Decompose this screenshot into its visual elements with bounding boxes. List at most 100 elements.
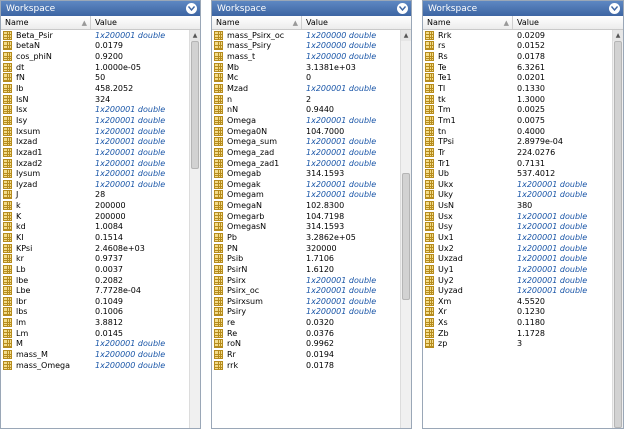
variable-row[interactable]: Uyzad 1x200001 double <box>423 285 623 296</box>
scrollbar-thumb[interactable] <box>402 172 410 301</box>
variable-row[interactable]: Psirxsum 1x200001 double <box>212 296 411 307</box>
variable-row[interactable]: k 200000 <box>1 200 200 211</box>
panel-menu-button[interactable] <box>609 3 620 14</box>
variable-row[interactable]: Rrk 0.0209 <box>423 30 623 41</box>
variable-row[interactable]: M 1x200001 double <box>1 339 200 350</box>
variable-row[interactable]: OmegaN 102.8300 <box>212 200 411 211</box>
variable-row[interactable]: rs 0.0152 <box>423 41 623 52</box>
variable-row[interactable]: betaN 0.0179 <box>1 41 200 52</box>
value-column-header[interactable]: Value <box>91 16 200 29</box>
vertical-scrollbar[interactable]: ▲ <box>189 30 200 428</box>
variable-row[interactable]: Tr1 0.7131 <box>423 158 623 169</box>
value-column-header[interactable]: Value <box>513 16 623 29</box>
variable-row[interactable]: PN 320000 <box>212 243 411 254</box>
variable-row[interactable]: lm 3.8812 <box>1 317 200 328</box>
variable-row[interactable]: TI 0.1330 <box>423 83 623 94</box>
variable-row[interactable]: Ixsum 1x200001 double <box>1 126 200 137</box>
variable-row[interactable]: tk 1.3000 <box>423 94 623 105</box>
variable-row[interactable]: zp 3 <box>423 339 623 350</box>
variable-row[interactable]: Mb 3.1381e+03 <box>212 62 411 73</box>
variable-row[interactable]: Ux1 1x200001 double <box>423 232 623 243</box>
variable-row[interactable]: Psib 1.7106 <box>212 253 411 264</box>
variable-row[interactable]: kd 1.0084 <box>1 222 200 233</box>
variable-row[interactable]: Usy 1x200001 double <box>423 222 623 233</box>
vertical-scrollbar[interactable]: ▲ <box>400 30 411 428</box>
variable-row[interactable]: mass_t 1x200000 double <box>212 51 411 62</box>
variable-row[interactable]: Tr 224.0276 <box>423 147 623 158</box>
name-column-header[interactable]: Name ▲ <box>1 16 91 29</box>
variable-row[interactable]: PsirN 1.6120 <box>212 264 411 275</box>
variable-row[interactable]: Ixzad1 1x200001 double <box>1 147 200 158</box>
variable-row[interactable]: roN 0.9962 <box>212 339 411 350</box>
variable-row[interactable]: mass_Psirx_oc 1x200000 double <box>212 30 411 41</box>
variable-row[interactable]: IsN 324 <box>1 94 200 105</box>
name-column-header[interactable]: Name ▲ <box>212 16 302 29</box>
variable-row[interactable]: kr 0.9737 <box>1 253 200 264</box>
variable-row[interactable]: Ixzad 1x200001 double <box>1 136 200 147</box>
variable-row[interactable]: nN 0.9440 <box>212 104 411 115</box>
variable-row[interactable]: Ixzad2 1x200001 double <box>1 158 200 169</box>
variable-row[interactable]: Omegarb 104.7198 <box>212 211 411 222</box>
variable-row[interactable]: Pb 3.2862e+05 <box>212 232 411 243</box>
variable-row[interactable]: K 200000 <box>1 211 200 222</box>
variable-row[interactable]: Omegam 1x200001 double <box>212 190 411 201</box>
variable-row[interactable]: TPsi 2.8979e-04 <box>423 136 623 147</box>
variable-row[interactable]: lbe 0.2082 <box>1 275 200 286</box>
variable-row[interactable]: re 0.0320 <box>212 317 411 328</box>
scrollbar-thumb[interactable] <box>191 41 199 169</box>
variable-row[interactable]: mass_Omega 1x200000 double <box>1 360 200 371</box>
variable-row[interactable]: Lbe 7.7728e-04 <box>1 285 200 296</box>
variable-row[interactable]: J 28 <box>1 190 200 201</box>
variable-row[interactable]: Re 0.0376 <box>212 328 411 339</box>
variable-row[interactable]: n2 <box>212 94 411 105</box>
variable-row[interactable]: Ux2 1x200001 double <box>423 243 623 254</box>
panel-menu-button[interactable] <box>186 3 197 14</box>
variable-row[interactable]: Te 6.3261 <box>423 62 623 73</box>
variable-row[interactable]: Tm 0.0025 <box>423 104 623 115</box>
variable-row[interactable]: OmegasN 314.1593 <box>212 222 411 233</box>
variable-row[interactable]: dt 1.0000e-05 <box>1 62 200 73</box>
variable-row[interactable]: Uy1 1x200001 double <box>423 264 623 275</box>
variable-row[interactable]: Isy 1x200001 double <box>1 115 200 126</box>
variable-row[interactable]: Omega_sum 1x200001 double <box>212 136 411 147</box>
vertical-scrollbar[interactable]: ▲ <box>612 30 623 428</box>
variable-row[interactable]: Omegak 1x200001 double <box>212 179 411 190</box>
value-column-header[interactable]: Value <box>302 16 411 29</box>
variable-row[interactable]: Xs 0.1180 <box>423 317 623 328</box>
variable-row[interactable]: rrk 0.0178 <box>212 360 411 371</box>
variable-row[interactable]: Te1 0.0201 <box>423 73 623 84</box>
variable-row[interactable]: lbr 0.1049 <box>1 296 200 307</box>
variable-row[interactable]: Rr 0.0194 <box>212 349 411 360</box>
variable-row[interactable]: Psirx_oc 1x200001 double <box>212 285 411 296</box>
variable-row[interactable]: Xr 0.1230 <box>423 307 623 318</box>
variable-row[interactable]: Ib 458.2052 <box>1 83 200 94</box>
variable-row[interactable]: Omega_zad1 1x200001 double <box>212 158 411 169</box>
scrollbar-thumb[interactable] <box>614 41 622 428</box>
variable-row[interactable]: Zb 1.1728 <box>423 328 623 339</box>
variable-row[interactable]: Usx 1x200001 double <box>423 211 623 222</box>
variable-row[interactable]: Omega 1x200001 double <box>212 115 411 126</box>
variable-row[interactable]: cos_phiN 0.9200 <box>1 51 200 62</box>
variable-row[interactable]: Iyzad 1x200001 double <box>1 179 200 190</box>
panel-menu-button[interactable] <box>397 3 408 14</box>
variable-row[interactable]: Lm 0.0145 <box>1 328 200 339</box>
variable-row[interactable]: mass_M 1x200000 double <box>1 349 200 360</box>
variable-row[interactable]: UsN 380 <box>423 200 623 211</box>
variable-row[interactable]: KPsi 2.4608e+03 <box>1 243 200 254</box>
variable-row[interactable]: KI 0.1514 <box>1 232 200 243</box>
variable-row[interactable]: Tm1 0.0075 <box>423 115 623 126</box>
variable-row[interactable]: Iysum 1x200001 double <box>1 168 200 179</box>
variable-row[interactable]: Psirx 1x200001 double <box>212 275 411 286</box>
variable-row[interactable]: Ub 537.4012 <box>423 168 623 179</box>
variable-row[interactable]: Uky 1x200001 double <box>423 190 623 201</box>
scroll-up-arrow-icon[interactable]: ▲ <box>613 30 623 41</box>
variable-row[interactable]: lbs 0.1006 <box>1 307 200 318</box>
variable-row[interactable]: Isx 1x200001 double <box>1 104 200 115</box>
variable-row[interactable]: Psiry 1x200001 double <box>212 307 411 318</box>
variable-row[interactable]: Omega0N 104.7000 <box>212 126 411 137</box>
variable-row[interactable]: Mzad 1x200001 double <box>212 83 411 94</box>
variable-row[interactable]: mass_Psiry 1x200000 double <box>212 41 411 52</box>
variable-row[interactable]: Rs 0.0178 <box>423 51 623 62</box>
scroll-up-arrow-icon[interactable]: ▲ <box>401 30 411 41</box>
variable-row[interactable]: Omegab 314.1593 <box>212 168 411 179</box>
